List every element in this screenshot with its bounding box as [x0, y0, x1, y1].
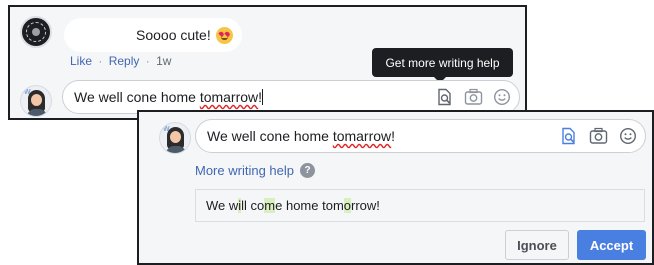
misspelled-word[interactable]: tomarrow [333, 128, 391, 144]
suggestion-correction: m [264, 198, 276, 213]
commenter-avatar[interactable] [20, 16, 52, 48]
camera-icon[interactable] [589, 127, 608, 145]
input-text: We well cone home [74, 89, 200, 105]
more-writing-help-label: More writing help [195, 163, 294, 178]
input-text: We well cone home [207, 128, 333, 144]
separator: · [145, 54, 150, 68]
user-avatar[interactable]: W [20, 85, 52, 117]
comment-thread-panel: Soooo cute! Like · Reply · 1w Get more w… [8, 5, 527, 120]
misspelled-word[interactable]: tomarrow [200, 89, 258, 105]
camera-icon[interactable] [464, 88, 483, 106]
comment: Soooo cute! [20, 16, 242, 52]
suggestion-text: rrow! [351, 198, 380, 213]
smiley-icon[interactable] [619, 127, 637, 145]
input-text-end: ! [391, 128, 396, 144]
input-icons [560, 127, 637, 145]
user-avatar[interactable]: W [159, 122, 191, 154]
accept-button[interactable]: Accept [577, 230, 646, 260]
suggestion-text: ll co [241, 198, 265, 213]
comment-actions: Like · Reply · 1w [70, 54, 171, 68]
avatar-badge-core [32, 28, 40, 36]
suggestion-box[interactable]: We w i ll co m e home tom o rrow! [195, 189, 645, 222]
suggestion-text: e home tom [275, 198, 344, 213]
like-link[interactable]: Like [70, 54, 92, 68]
text-caret [262, 89, 264, 105]
comment-timestamp[interactable]: 1w [156, 54, 171, 68]
input-icons [436, 88, 511, 106]
comment-text: Soooo cute! [136, 27, 211, 43]
writing-help-tooltip: Get more writing help [372, 48, 513, 83]
suggestion-text: We w [206, 198, 239, 213]
comment-input[interactable]: We well cone home tomarrow ! [195, 119, 646, 153]
writing-help-panel: W We well cone home tomarrow ! More writ… [137, 110, 654, 265]
smiley-icon[interactable] [493, 88, 511, 106]
question-mark-icon[interactable]: ? [300, 163, 315, 178]
suggestion-correction: o [343, 198, 352, 213]
comment-bubble: Soooo cute! [64, 18, 242, 52]
writing-help-icon[interactable] [560, 127, 578, 145]
ignore-button[interactable]: Ignore [505, 230, 569, 260]
more-writing-help-link[interactable]: More writing help ? [195, 163, 315, 178]
separator: · [98, 54, 103, 68]
writing-help-icon[interactable] [436, 88, 454, 106]
comment-input[interactable]: We well cone home tomarrow ! [62, 80, 520, 114]
reply-link[interactable]: Reply [109, 54, 140, 68]
heart-eyes-emoji-icon [215, 26, 233, 44]
